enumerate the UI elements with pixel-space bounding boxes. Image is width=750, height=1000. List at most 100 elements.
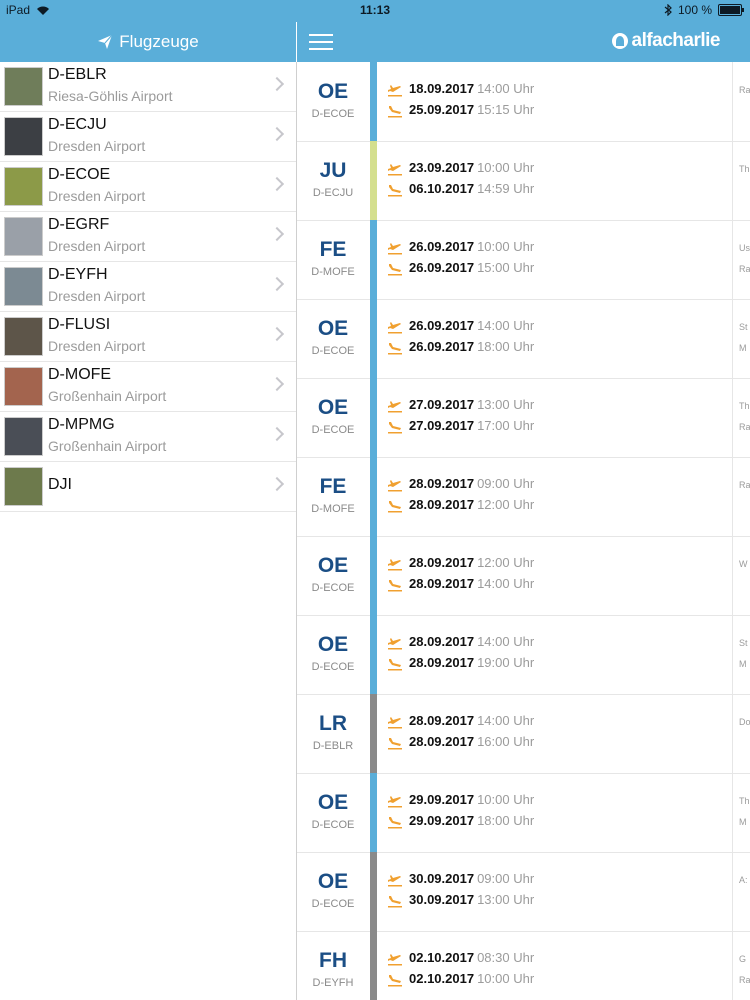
- column-separator: [732, 457, 733, 536]
- paper-plane-icon: [98, 34, 113, 49]
- booking-registration: D-ECOE: [311, 661, 355, 673]
- booking-row[interactable]: JU D-ECJU 23.09.2017 10:00 Uhr 06.10.2017 14:…: [297, 141, 750, 221]
- column-separator: [732, 931, 733, 1000]
- aircraft-thumbnail: [4, 67, 43, 106]
- takeoff-icon: [388, 243, 402, 255]
- aircraft-item[interactable]: D-FLUSI Dresden Airport: [0, 312, 296, 362]
- booking-status-bar: [370, 141, 377, 220]
- departure-date: 30.09.2017: [409, 871, 475, 886]
- booking-code-box: OE D-ECOE: [297, 299, 369, 378]
- arrival-date: 30.09.2017: [409, 892, 475, 907]
- aircraft-item[interactable]: D-EYFH Dresden Airport: [0, 262, 296, 312]
- status-time: 11:13: [359, 3, 391, 17]
- booking-row[interactable]: FE D-MOFE 28.09.2017 09:00 Uhr 28.09.2017 12:…: [297, 457, 750, 537]
- departure-date: 28.09.2017: [409, 555, 475, 570]
- booking-note: M: [739, 659, 747, 669]
- landing-icon: [388, 343, 402, 355]
- departure-date: 27.09.2017: [409, 397, 475, 412]
- booking-row[interactable]: OE D-ECOE 27.09.2017 13:00 Uhr 27.09.2017 17:…: [297, 378, 750, 458]
- column-separator: [732, 852, 733, 931]
- booking-row[interactable]: LR D-EBLR 28.09.2017 14:00 Uhr 28.09.2017 16:…: [297, 694, 750, 774]
- booking-times: 27.09.2017 13:00 Uhr 27.09.2017 17:00 Uhr: [387, 397, 534, 439]
- aircraft-item[interactable]: D-EBLR Riesa-Göhlis Airport: [0, 62, 296, 112]
- booking-row[interactable]: FE D-MOFE 26.09.2017 10:00 Uhr 26.09.2017 15:…: [297, 220, 750, 300]
- aircraft-item[interactable]: DJI: [0, 462, 296, 512]
- departure-time: 14:00 Uhr: [477, 634, 535, 649]
- booking-code: OE: [317, 396, 349, 419]
- takeoff-icon: [388, 717, 402, 729]
- aircraft-thumbnail: [4, 317, 43, 356]
- booking-row[interactable]: FH D-EYFH 02.10.2017 08:30 Uhr 02.10.2017 10:…: [297, 931, 750, 1000]
- aircraft-thumbnail: [4, 417, 43, 456]
- landing-icon: [388, 659, 402, 671]
- booking-status-bar: [370, 536, 377, 615]
- booking-status-bar: [370, 378, 377, 457]
- booking-code: OE: [317, 791, 349, 814]
- landing-icon: [388, 501, 402, 513]
- booking-code: JU: [319, 159, 347, 182]
- booking-times: 18.09.2017 14:00 Uhr 25.09.2017 15:15 Uhr: [387, 81, 534, 123]
- booking-list[interactable]: OE D-ECOE 18.09.2017 14:00 Uhr 25.09.2017 15:…: [297, 62, 750, 1000]
- menu-button[interactable]: [309, 34, 333, 50]
- booking-row[interactable]: OE D-ECOE 28.09.2017 14:00 Uhr 28.09.2017 19:…: [297, 615, 750, 695]
- booking-code-box: JU D-ECJU: [297, 141, 369, 220]
- arrival-date: 06.10.2017: [409, 181, 475, 196]
- departure-time: 10:00 Uhr: [477, 160, 535, 175]
- aircraft-registration: D-ECJU: [48, 116, 107, 133]
- booking-row[interactable]: OE D-ECOE 29.09.2017 10:00 Uhr 29.09.2017 18:…: [297, 773, 750, 853]
- aircraft-airport: Dresden Airport: [48, 238, 146, 254]
- booking-registration: D-MOFE: [311, 266, 355, 278]
- takeoff-icon: [388, 796, 402, 808]
- landing-icon: [388, 185, 402, 197]
- aircraft-item[interactable]: D-MPMG Großenhain Airport: [0, 412, 296, 462]
- arrival-line: 28.09.2017 19:00 Uhr: [387, 655, 534, 676]
- status-bar: iPad 11:13 100 %: [0, 0, 750, 22]
- arrival-time: 14:59 Uhr: [477, 181, 535, 196]
- arrival-time: 17:00 Uhr: [477, 418, 535, 433]
- departure-time: 14:00 Uhr: [477, 318, 535, 333]
- main-header: alfacharlie: [297, 22, 750, 62]
- aircraft-item[interactable]: D-EGRF Dresden Airport: [0, 212, 296, 262]
- arrival-date: 28.09.2017: [409, 734, 475, 749]
- aircraft-item[interactable]: D-ECOE Dresden Airport: [0, 162, 296, 212]
- booking-row[interactable]: OE D-ECOE 26.09.2017 14:00 Uhr 26.09.2017 18:…: [297, 299, 750, 379]
- booking-row[interactable]: OE D-ECOE 28.09.2017 12:00 Uhr 28.09.2017 14:…: [297, 536, 750, 616]
- departure-time: 09:00 Uhr: [477, 871, 535, 886]
- departure-line: 28.09.2017 14:00 Uhr: [387, 634, 534, 655]
- aircraft-registration: D-MOFE: [48, 366, 112, 383]
- aircraft-registration: D-ECOE: [48, 166, 111, 183]
- chevron-right-icon: [269, 326, 285, 342]
- booking-note: Th: [739, 401, 750, 411]
- booking-note: Us: [739, 243, 750, 253]
- booking-code-box: OE D-ECOE: [297, 773, 369, 852]
- booking-times: 28.09.2017 12:00 Uhr 28.09.2017 14:00 Uhr: [387, 555, 534, 597]
- battery-percent: 100 %: [677, 3, 712, 17]
- arrival-time: 15:00 Uhr: [477, 260, 535, 275]
- menu-line: [309, 41, 333, 43]
- takeoff-icon: [388, 875, 402, 887]
- booking-status-bar: [370, 931, 377, 1000]
- booking-times: 29.09.2017 10:00 Uhr 29.09.2017 18:00 Uhr: [387, 792, 534, 834]
- booking-code-box: OE D-ECOE: [297, 615, 369, 694]
- aircraft-thumbnail: [4, 217, 43, 256]
- status-right: 100 %: [664, 3, 744, 17]
- takeoff-icon: [388, 401, 402, 413]
- booking-registration: D-EYFH: [312, 977, 354, 989]
- booking-note: W: [739, 559, 748, 569]
- booking-row[interactable]: OE D-ECOE 18.09.2017 14:00 Uhr 25.09.2017 15:…: [297, 62, 750, 142]
- departure-date: 29.09.2017: [409, 792, 475, 807]
- arrival-date: 28.09.2017: [409, 655, 475, 670]
- aircraft-sidebar: D-EBLR Riesa-Göhlis Airport D-ECJU Dresden …: [0, 62, 296, 1000]
- battery-icon: [718, 4, 744, 16]
- booking-status-bar: [370, 62, 377, 141]
- landing-icon: [388, 106, 402, 118]
- booking-registration: D-ECOE: [311, 819, 355, 831]
- departure-time: 14:00 Uhr: [477, 81, 535, 96]
- sidebar-header: Flugzeuge: [0, 22, 296, 62]
- booking-row[interactable]: OE D-ECOE 30.09.2017 09:00 Uhr 30.09.2017 13:…: [297, 852, 750, 932]
- aircraft-item[interactable]: D-MOFE Großenhain Airport: [0, 362, 296, 412]
- arrival-date: 27.09.2017: [409, 418, 475, 433]
- aircraft-registration: D-EBLR: [48, 66, 107, 83]
- arrival-line: 30.09.2017 13:00 Uhr: [387, 892, 534, 913]
- aircraft-item[interactable]: D-ECJU Dresden Airport: [0, 112, 296, 162]
